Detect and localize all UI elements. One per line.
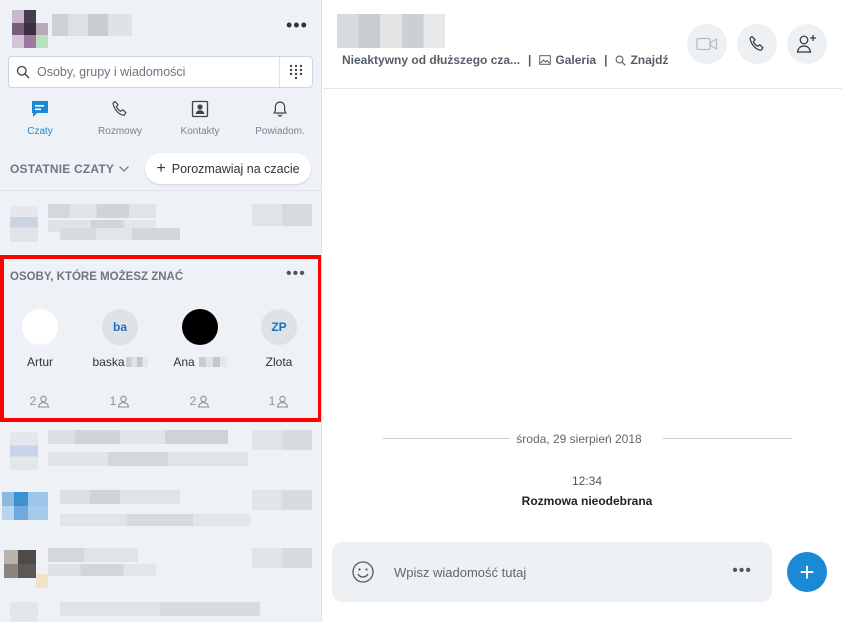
main-nav: Czaty Rozmowy Kontakty Powiadom. — [0, 98, 321, 142]
tab-notifications[interactable]: Powiadom. — [240, 98, 320, 142]
mutual-contacts: 1 — [269, 394, 290, 408]
suggested-person[interactable]: Ana 2 — [164, 309, 236, 408]
message-time: 12:34 — [571, 474, 603, 488]
plus-icon: + — [156, 159, 166, 177]
tab-contacts-label: Kontakty — [180, 126, 220, 137]
chat-list-item[interactable] — [0, 486, 321, 536]
dialpad-icon[interactable] — [279, 57, 312, 87]
search-icon — [9, 65, 37, 79]
recent-chats-label: OSTATNIE CZATY — [10, 162, 115, 176]
video-camera-icon — [696, 37, 718, 51]
suggested-person[interactable]: ba baska 1 — [84, 309, 156, 408]
person-name: Zlota — [265, 355, 293, 369]
missed-call-event: Rozmowa nieodebrana — [521, 494, 653, 508]
suggestions-title: OSOBY, KTÓRE MOŻESZ ZNAĆ — [10, 271, 184, 283]
video-call-button[interactable] — [687, 24, 727, 64]
composer-more-button[interactable]: ••• — [732, 562, 752, 580]
chat-list-item[interactable] — [0, 200, 321, 250]
sidebar: ••• Osoby, grupy i wiadomości Czaty Rozm… — [0, 0, 322, 622]
new-chat-button[interactable]: + Porozmawiaj na czacie — [145, 153, 311, 184]
contacts-icon — [191, 98, 209, 120]
date-divider: środa, 29 sierpień 2018 — [516, 432, 642, 446]
recent-chats-dropdown[interactable]: OSTATNIE CZATY — [10, 162, 130, 176]
redacted-text — [125, 357, 148, 367]
emoji-button[interactable] — [332, 560, 394, 584]
skype-window: ••• Osoby, grupy i wiadomości Czaty Rozm… — [0, 0, 842, 622]
avatar: ZP — [261, 309, 297, 345]
bell-icon — [271, 98, 289, 120]
contact-name[interactable] — [337, 14, 445, 48]
divider — [0, 190, 321, 191]
add-people-button[interactable] — [787, 24, 827, 64]
person-name: baska — [92, 355, 148, 369]
profile-name[interactable] — [52, 14, 132, 36]
chevron-down-icon — [119, 166, 130, 172]
separator: | — [528, 53, 532, 67]
suggested-person[interactable]: ZP Zlota 1 — [243, 309, 315, 408]
chat-icon — [30, 98, 50, 120]
find-link[interactable]: Znajdź — [615, 53, 668, 67]
tab-calls-label: Rozmowy — [98, 126, 142, 137]
search-input[interactable] — [37, 65, 267, 79]
chat-list-item[interactable] — [0, 428, 321, 478]
presence-status: Nieaktywny od dłuższego cza... — [342, 53, 521, 67]
suggestions-more-button[interactable]: ••• — [286, 265, 306, 283]
person-icon — [277, 395, 289, 408]
contact-status-row: Nieaktywny od dłuższego cza... | Galeria… — [342, 53, 668, 67]
tab-chats-label: Czaty — [27, 126, 53, 137]
tab-calls[interactable]: Rozmowy — [80, 98, 160, 142]
search-icon — [616, 55, 627, 66]
separator: | — [604, 53, 608, 67]
divider — [663, 438, 792, 439]
message-composer: ••• — [332, 542, 772, 602]
mutual-contacts: 1 — [110, 394, 131, 408]
person-icon — [118, 395, 130, 408]
tab-chats[interactable]: Czaty — [0, 98, 80, 142]
profile-avatar[interactable] — [12, 10, 48, 48]
add-person-icon — [796, 35, 816, 53]
avatar: ba — [102, 309, 138, 345]
person-icon — [38, 395, 50, 408]
redacted-text — [198, 357, 227, 367]
mutual-contacts: 2 — [190, 394, 211, 408]
tab-notifications-label: Powiadom. — [255, 126, 305, 137]
search-box[interactable] — [8, 56, 313, 88]
profile-more-button[interactable]: ••• — [286, 16, 308, 34]
add-content-button[interactable]: + — [787, 552, 827, 592]
people-you-may-know-panel: OSOBY, KTÓRE MOŻESZ ZNAĆ ••• Artur 2 ba … — [0, 255, 321, 422]
divider — [383, 438, 510, 439]
avatar — [22, 309, 58, 345]
smiley-icon — [352, 561, 374, 583]
avatar — [182, 309, 218, 345]
chat-list-item[interactable] — [0, 600, 321, 622]
tab-contacts[interactable]: Kontakty — [160, 98, 240, 142]
phone-icon — [749, 35, 764, 51]
conversation-pane: Nieaktywny od dłuższego cza... | Galeria… — [323, 0, 842, 622]
divider — [323, 88, 842, 89]
person-icon — [198, 395, 210, 408]
plus-icon: + — [799, 557, 815, 587]
gallery-icon — [539, 55, 552, 65]
audio-call-button[interactable] — [737, 24, 777, 64]
person-name: Ana — [173, 355, 227, 369]
suggested-person[interactable]: Artur 2 — [4, 309, 76, 408]
mutual-contacts: 2 — [30, 394, 51, 408]
phone-icon — [111, 98, 129, 120]
person-name: Artur — [26, 355, 53, 369]
gallery-link[interactable]: Galeria — [539, 53, 596, 67]
message-input[interactable] — [394, 564, 704, 580]
chat-list-item[interactable] — [0, 544, 321, 594]
new-chat-label: Porozmawiaj na czacie — [171, 161, 300, 176]
